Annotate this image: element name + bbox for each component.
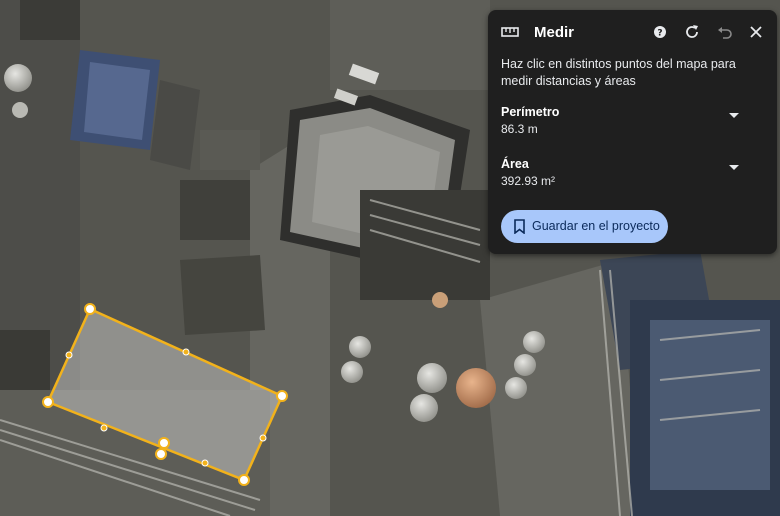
chevron-down-icon[interactable] [729,165,739,170]
polygon-vertex[interactable] [238,474,250,486]
area-label: Área [501,157,529,171]
measure-panel: Medir ? Haz clic en distintos puntos del… [488,10,777,254]
reload-icon[interactable] [682,22,702,42]
polygon-vertex[interactable] [276,390,288,402]
panel-header: Medir ? [488,10,777,54]
save-to-project-button[interactable]: Guardar en el proyecto [501,210,668,243]
perimeter-label: Perímetro [501,105,560,119]
polygon-vertex[interactable] [155,448,167,460]
svg-text:?: ? [657,29,662,39]
close-icon[interactable] [746,22,766,42]
help-icon[interactable]: ? [650,22,670,42]
ruler-icon [501,27,519,37]
area-value: 392.93 m² [501,174,556,188]
polygon-vertex[interactable] [158,437,170,449]
perimeter-value: 86.3 m [501,122,538,136]
undo-icon[interactable] [715,22,735,42]
polygon-vertex[interactable] [42,396,54,408]
panel-title: Medir [534,24,575,41]
save-button-label: Guardar en el proyecto [532,219,660,233]
bookmark-icon [514,219,525,234]
area-section[interactable]: Área 392.93 m² [501,157,763,197]
instructions-text: Haz clic en distintos puntos del mapa pa… [501,57,736,88]
perimeter-section[interactable]: Perímetro 86.3 m [501,105,763,145]
polygon-vertex[interactable] [84,303,96,315]
chevron-down-icon[interactable] [729,113,739,118]
